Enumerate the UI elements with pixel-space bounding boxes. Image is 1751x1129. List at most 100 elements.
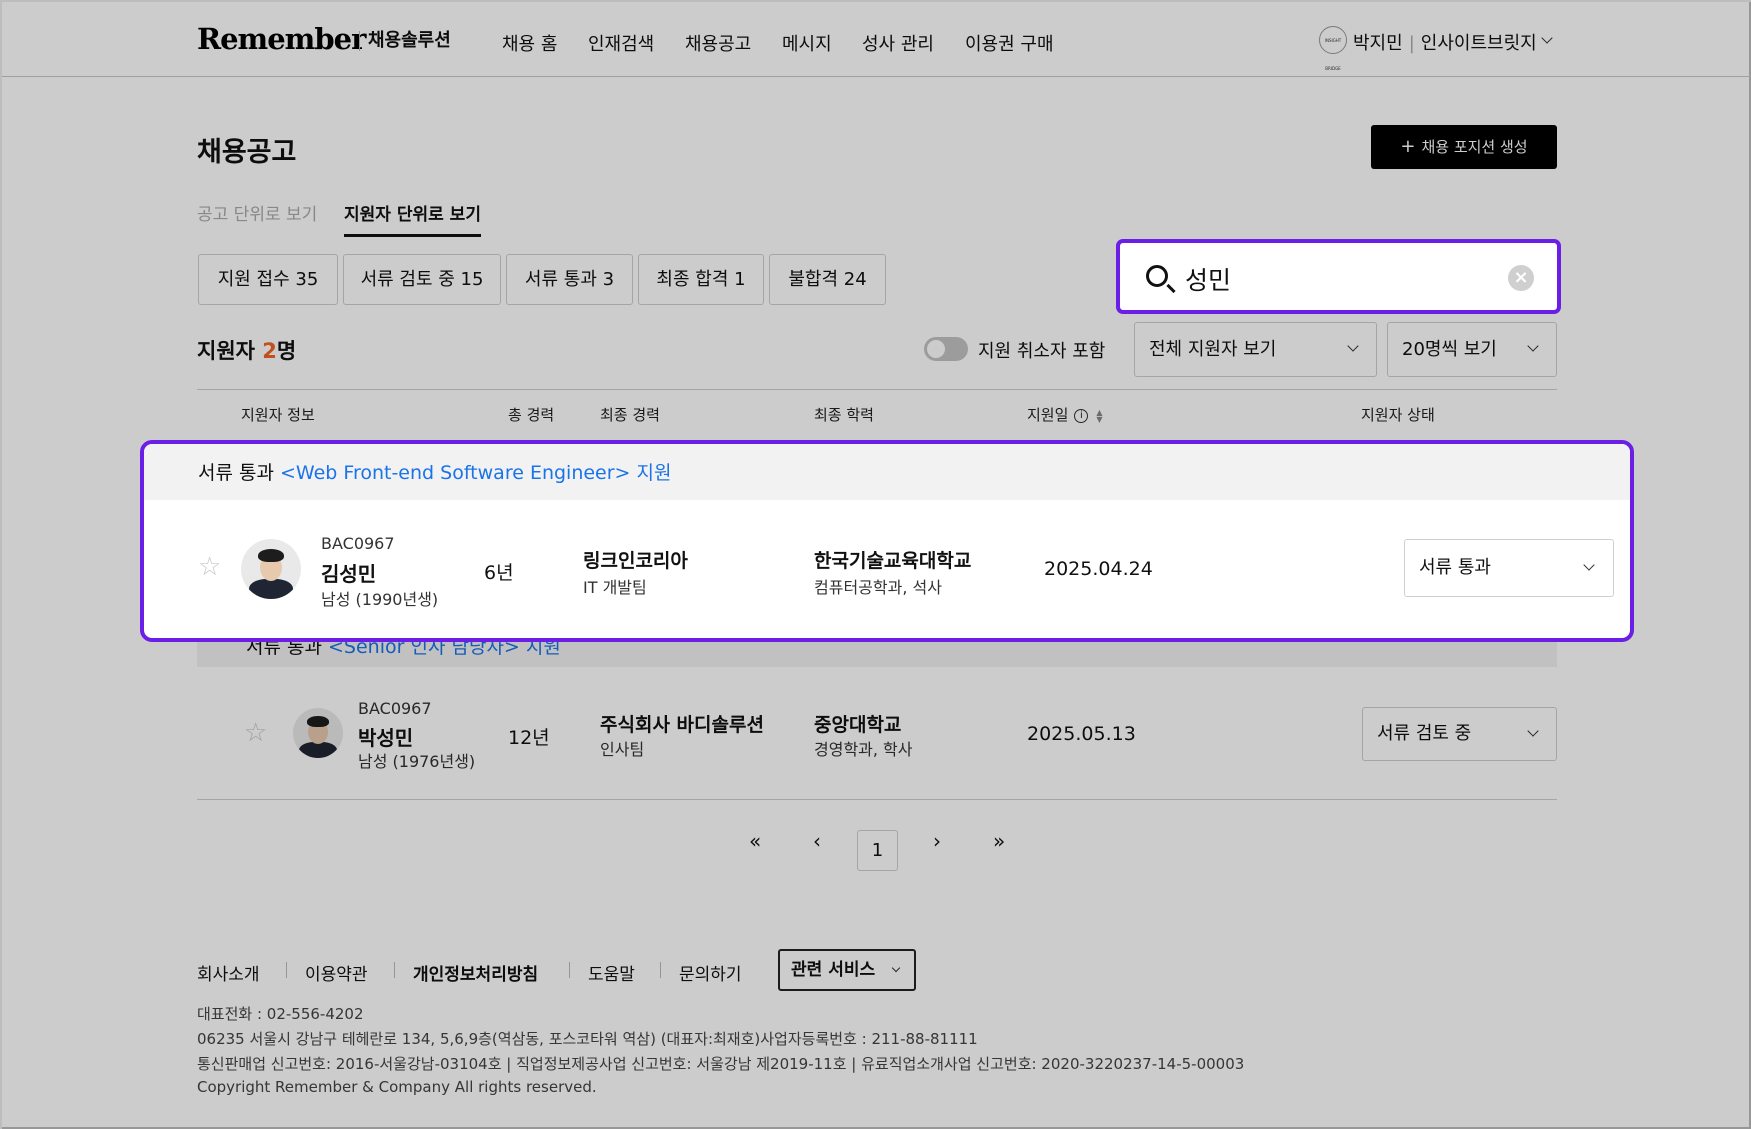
th-applied-date[interactable]: 지원일 i ▲ ▼ xyxy=(1027,404,1103,425)
chevron-down-icon xyxy=(1583,559,1595,571)
profile-divider: | xyxy=(1408,33,1415,54)
footer-copyright: Copyright Remember & Company All rights … xyxy=(197,1078,597,1096)
applicant-applied-date: 2025.05.13 xyxy=(1027,723,1136,745)
page-frame: Remember 채용솔루션 채용 홈 인재검색 채용공고 메시지 성사 관리 … xyxy=(0,0,1751,1129)
applicant-last-company: 링크인코리아 xyxy=(583,550,688,572)
applicant-last-team: 인사팀 xyxy=(600,740,645,759)
footer-about[interactable]: 회사소개 xyxy=(197,960,260,985)
applicant-count-prefix: 지원자 xyxy=(197,339,263,363)
chevron-down-icon[interactable] xyxy=(1541,32,1553,44)
nav-talent-search[interactable]: 인재검색 xyxy=(588,30,654,56)
pagination-next[interactable]: › xyxy=(933,829,941,853)
create-position-label: 채용 포지션 생성 xyxy=(1421,138,1528,156)
pagination-current[interactable]: 1 xyxy=(857,830,898,871)
applicant-id: BAC0967 xyxy=(358,699,432,718)
plus-icon: + xyxy=(1400,136,1416,157)
filter-chip-reviewing[interactable]: 서류 검토 중 15 xyxy=(343,254,501,305)
pagination-last[interactable]: » xyxy=(993,829,1005,853)
profile-menu[interactable]: 박지민 | 인사이트브릿지 xyxy=(1353,29,1537,55)
pagination-prev[interactable]: ‹ xyxy=(813,829,821,853)
filter-chip-final-pass[interactable]: 최종 합격 1 xyxy=(638,254,764,305)
sort-icon[interactable]: ▲ ▼ xyxy=(1096,408,1102,423)
group-status-label: 서류 통과 <Web Front-end Software Engineer> … xyxy=(198,458,671,485)
th-applicant-status: 지원자 상태 xyxy=(1361,406,1435,424)
info-icon[interactable]: i xyxy=(1074,408,1089,423)
footer-privacy[interactable]: 개인정보처리방침 xyxy=(413,960,538,985)
applicant-status-select[interactable]: 서류 검토 중 xyxy=(1362,707,1557,761)
applicant-filter-value: 전체 지원자 보기 xyxy=(1149,339,1277,360)
pagination-first[interactable]: « xyxy=(749,829,761,853)
top-navigation-bar: Remember 채용솔루션 채용 홈 인재검색 채용공고 메시지 성사 관리 … xyxy=(2,2,1751,77)
footer-terms[interactable]: 이용약관 xyxy=(305,960,368,985)
applicant-profile: 남성 (1976년생) xyxy=(358,752,476,771)
nav-messages[interactable]: 메시지 xyxy=(782,30,832,56)
table-bottom-divider xyxy=(197,799,1557,800)
related-services-label: 관련 서비스 xyxy=(791,960,876,980)
group-status: 서류 통과 xyxy=(198,462,274,484)
applicant-last-company: 주식회사 바디솔루션 xyxy=(600,714,764,736)
applicant-count-number: 2 xyxy=(262,339,277,363)
applicant-avatar xyxy=(293,708,343,758)
applicant-status-value: 서류 통과 xyxy=(1419,557,1491,578)
tab-by-posting[interactable]: 공고 단위로 보기 xyxy=(197,200,317,225)
applicant-major: 경영학과, 학사 xyxy=(814,740,913,759)
filter-chip-passed[interactable]: 서류 통과 3 xyxy=(506,254,633,305)
solution-label: 채용솔루션 xyxy=(359,31,451,51)
nav-job-postings[interactable]: 채용공고 xyxy=(685,30,751,56)
footer-licenses: 통신판매업 신고번호: 2016-서울강남-03104호 | 직업정보제공사업 … xyxy=(197,1055,1245,1073)
applicant-status-value: 서류 검토 중 xyxy=(1377,723,1472,744)
footer-contact[interactable]: 문의하기 xyxy=(679,960,742,985)
applicant-total-career: 6년 xyxy=(484,562,514,584)
nav-deal-management[interactable]: 성사 관리 xyxy=(862,30,934,56)
search-input[interactable]: 성민 xyxy=(1185,261,1231,297)
page-title: 채용공고 xyxy=(197,137,297,168)
footer-phone: 대표전화 : 02-556-4202 xyxy=(197,1005,364,1023)
applicant-name[interactable]: 박성민 xyxy=(358,722,413,751)
applicant-count-suffix: 명 xyxy=(276,339,297,363)
footer-help[interactable]: 도움말 xyxy=(588,960,635,985)
footer-divider xyxy=(286,962,287,978)
nav-purchase-pass[interactable]: 이용권 구매 xyxy=(965,30,1054,56)
filter-chip-rejected[interactable]: 불합격 24 xyxy=(769,254,886,305)
highlighted-applicant-group: 서류 통과 <Web Front-end Software Engineer> … xyxy=(140,440,1634,642)
chevron-down-icon xyxy=(891,963,901,973)
footer-divider xyxy=(394,962,395,978)
create-position-button[interactable]: + 채용 포지션 생성 xyxy=(1371,125,1557,169)
company-avatar[interactable]: INSIGHT BRIDGE xyxy=(1319,26,1347,71)
footer-divider xyxy=(660,962,661,978)
applicant-filter-select[interactable]: 전체 지원자 보기 xyxy=(1134,322,1377,377)
th-applicant-info: 지원자 정보 xyxy=(241,406,315,424)
applicant-applied-date: 2025.04.24 xyxy=(1044,558,1153,580)
nav-recruit-home[interactable]: 채용 홈 xyxy=(502,30,557,56)
include-cancelled-toggle[interactable] xyxy=(924,337,968,361)
applicant-school: 한국기술교육대학교 xyxy=(814,550,972,572)
star-icon[interactable]: ☆ xyxy=(198,552,221,582)
applicant-name[interactable]: 김성민 xyxy=(321,558,376,587)
applicant-search-box[interactable]: 성민 × xyxy=(1116,239,1561,314)
applicant-id: BAC0967 xyxy=(321,534,395,553)
chevron-down-icon xyxy=(1347,340,1359,352)
applicant-last-team: IT 개발팀 xyxy=(583,578,647,597)
page-size-select[interactable]: 20명씩 보기 xyxy=(1387,322,1557,377)
applicant-major: 컴퓨터공학과, 석사 xyxy=(814,578,942,597)
chevron-down-icon xyxy=(1527,340,1539,352)
filter-chip-received[interactable]: 지원 접수 35 xyxy=(198,254,338,305)
group-position-link[interactable]: <Web Front-end Software Engineer> 지원 xyxy=(280,462,671,484)
applicant-school: 중앙대학교 xyxy=(814,714,902,736)
footer-divider xyxy=(569,962,570,978)
search-icon xyxy=(1146,265,1168,287)
related-services-button[interactable]: 관련 서비스 xyxy=(778,949,916,991)
table-top-divider xyxy=(197,389,1557,390)
clear-search-icon[interactable]: × xyxy=(1508,265,1534,291)
page-size-value: 20명씩 보기 xyxy=(1402,339,1497,360)
applicant-profile: 남성 (1990년생) xyxy=(321,590,439,609)
applicant-total-career: 12년 xyxy=(508,727,550,749)
th-last-career: 최종 경력 xyxy=(600,406,660,424)
th-last-education: 최종 학력 xyxy=(814,406,874,424)
tab-by-applicant[interactable]: 지원자 단위로 보기 xyxy=(344,200,481,237)
remember-logo[interactable]: Remember xyxy=(197,22,366,56)
applicant-count: 지원자 2명 xyxy=(197,335,296,365)
star-icon[interactable]: ☆ xyxy=(244,718,267,748)
applicant-status-select[interactable]: 서류 통과 xyxy=(1404,539,1614,597)
include-cancelled-label: 지원 취소자 포함 xyxy=(978,341,1106,362)
